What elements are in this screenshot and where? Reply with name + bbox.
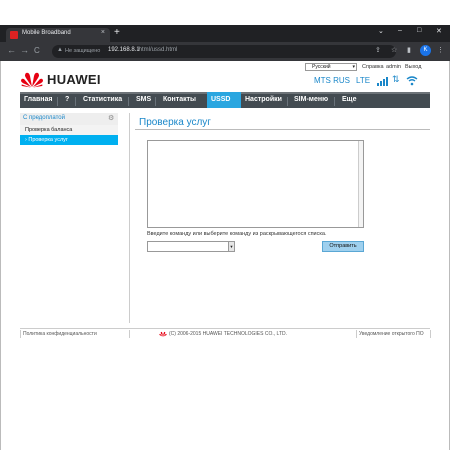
sidebar-item-label: › Проверка услуг <box>25 137 68 143</box>
sidepanel-icon[interactable]: ▮ <box>407 46 411 54</box>
sidebar-heading: С предоплатой ⚙ <box>20 113 118 125</box>
column-divider <box>129 113 130 323</box>
wifi-icon <box>406 76 418 86</box>
sidebar-heading-label: С предоплатой <box>23 115 65 121</box>
command-hint: Введите команду или выберите команду из … <box>147 231 327 237</box>
data-arrows-icon: ⇅ <box>392 74 400 84</box>
new-tab-button[interactable]: + <box>114 27 120 38</box>
sidebar-item-services[interactable]: › Проверка услуг <box>20 135 118 145</box>
profile-avatar[interactable]: K <box>420 45 431 56</box>
menu-divider <box>75 97 76 106</box>
back-icon[interactable]: ← <box>7 45 16 55</box>
menu-help[interactable]: ? <box>65 96 69 103</box>
footer-divider <box>356 330 357 338</box>
oss-notice-link[interactable]: Уведомление открытого ПО <box>359 331 424 337</box>
menu-ussd[interactable]: USSD <box>211 96 230 103</box>
maximize-button[interactable]: □ <box>417 27 421 34</box>
menu-divider <box>287 97 288 106</box>
footer-divider <box>20 328 430 329</box>
tab-title: Mobile Broadband <box>22 30 71 36</box>
send-button[interactable]: Отправить <box>322 241 364 252</box>
menu-divider <box>57 97 58 106</box>
menu-contacts[interactable]: Контакты <box>163 96 196 103</box>
footer-divider <box>20 330 21 338</box>
address-bar[interactable] <box>52 45 396 58</box>
forward-icon[interactable]: → <box>20 45 29 55</box>
huawei-logo-icon <box>21 72 43 88</box>
menu-more[interactable]: Еще <box>342 96 356 103</box>
footer-divider <box>430 330 431 338</box>
network-type: LTE <box>356 76 371 85</box>
close-window-button[interactable]: ✕ <box>436 27 442 35</box>
huawei-small-logo-icon <box>159 331 167 337</box>
menu-settings[interactable]: Настройки <box>245 96 282 103</box>
menu-sim[interactable]: SIM-меню <box>294 96 328 103</box>
help-link[interactable]: Справка <box>362 64 384 70</box>
privacy-link[interactable]: Политика конфиденциальности <box>23 331 97 337</box>
language-value: Русский <box>312 64 331 70</box>
tab-search-icon[interactable]: ⌄ <box>378 27 384 35</box>
menu-divider <box>334 97 335 106</box>
main-menu: Главная ? Статистика SMS Контакты USSD Н… <box>20 92 430 108</box>
sidebar-item-label: Проверка баланса <box>25 127 73 133</box>
sidebar-item-balance[interactable]: Проверка баланса <box>20 125 118 135</box>
minimize-button[interactable]: – <box>398 27 402 34</box>
menu-divider <box>128 97 129 106</box>
bookmark-icon[interactable]: ☆ <box>391 46 397 54</box>
chevron-down-icon[interactable]: ▼ <box>228 242 234 251</box>
user-link[interactable]: admin <box>386 64 401 70</box>
command-input[interactable]: ▼ <box>147 241 235 252</box>
menu-statistics[interactable]: Статистика <box>83 96 122 103</box>
security-label[interactable]: Не защищено <box>65 48 100 54</box>
language-select[interactable]: Русский ▾ <box>305 63 357 71</box>
copyright: (C) 2006-2015 HUAWEI TECHNOLOGIES CO., L… <box>169 331 287 337</box>
footer-divider <box>129 330 130 338</box>
browser-tab[interactable]: Mobile Broadband × <box>6 28 110 42</box>
close-tab-icon[interactable]: × <box>101 29 105 36</box>
title-divider <box>135 129 430 130</box>
scrollbar[interactable] <box>358 141 363 227</box>
menu-home[interactable]: Главная <box>24 96 52 103</box>
menu-icon[interactable]: ⋮ <box>437 46 444 54</box>
warning-icon: ▲ <box>57 47 63 53</box>
chevron-down-icon: ▾ <box>352 64 355 70</box>
operator-name: MTS RUS <box>314 76 350 85</box>
url-host[interactable]: 192.168.8.1 <box>108 47 140 53</box>
logout-link[interactable]: Выход <box>405 64 421 70</box>
favicon-icon <box>10 31 18 39</box>
brand-logo-text: HUAWEI <box>47 72 101 87</box>
gear-icon[interactable]: ⚙ <box>108 114 114 122</box>
menu-divider <box>155 97 156 106</box>
signal-icon <box>377 77 388 86</box>
url-path[interactable]: /html/ussd.html <box>137 47 177 53</box>
window-top <box>0 0 450 25</box>
menu-sms[interactable]: SMS <box>136 96 151 103</box>
page-title: Проверка услуг <box>139 117 211 128</box>
reload-icon[interactable]: C <box>34 46 40 55</box>
share-icon[interactable]: ⇪ <box>375 46 381 54</box>
ussd-response-area[interactable] <box>147 140 364 228</box>
